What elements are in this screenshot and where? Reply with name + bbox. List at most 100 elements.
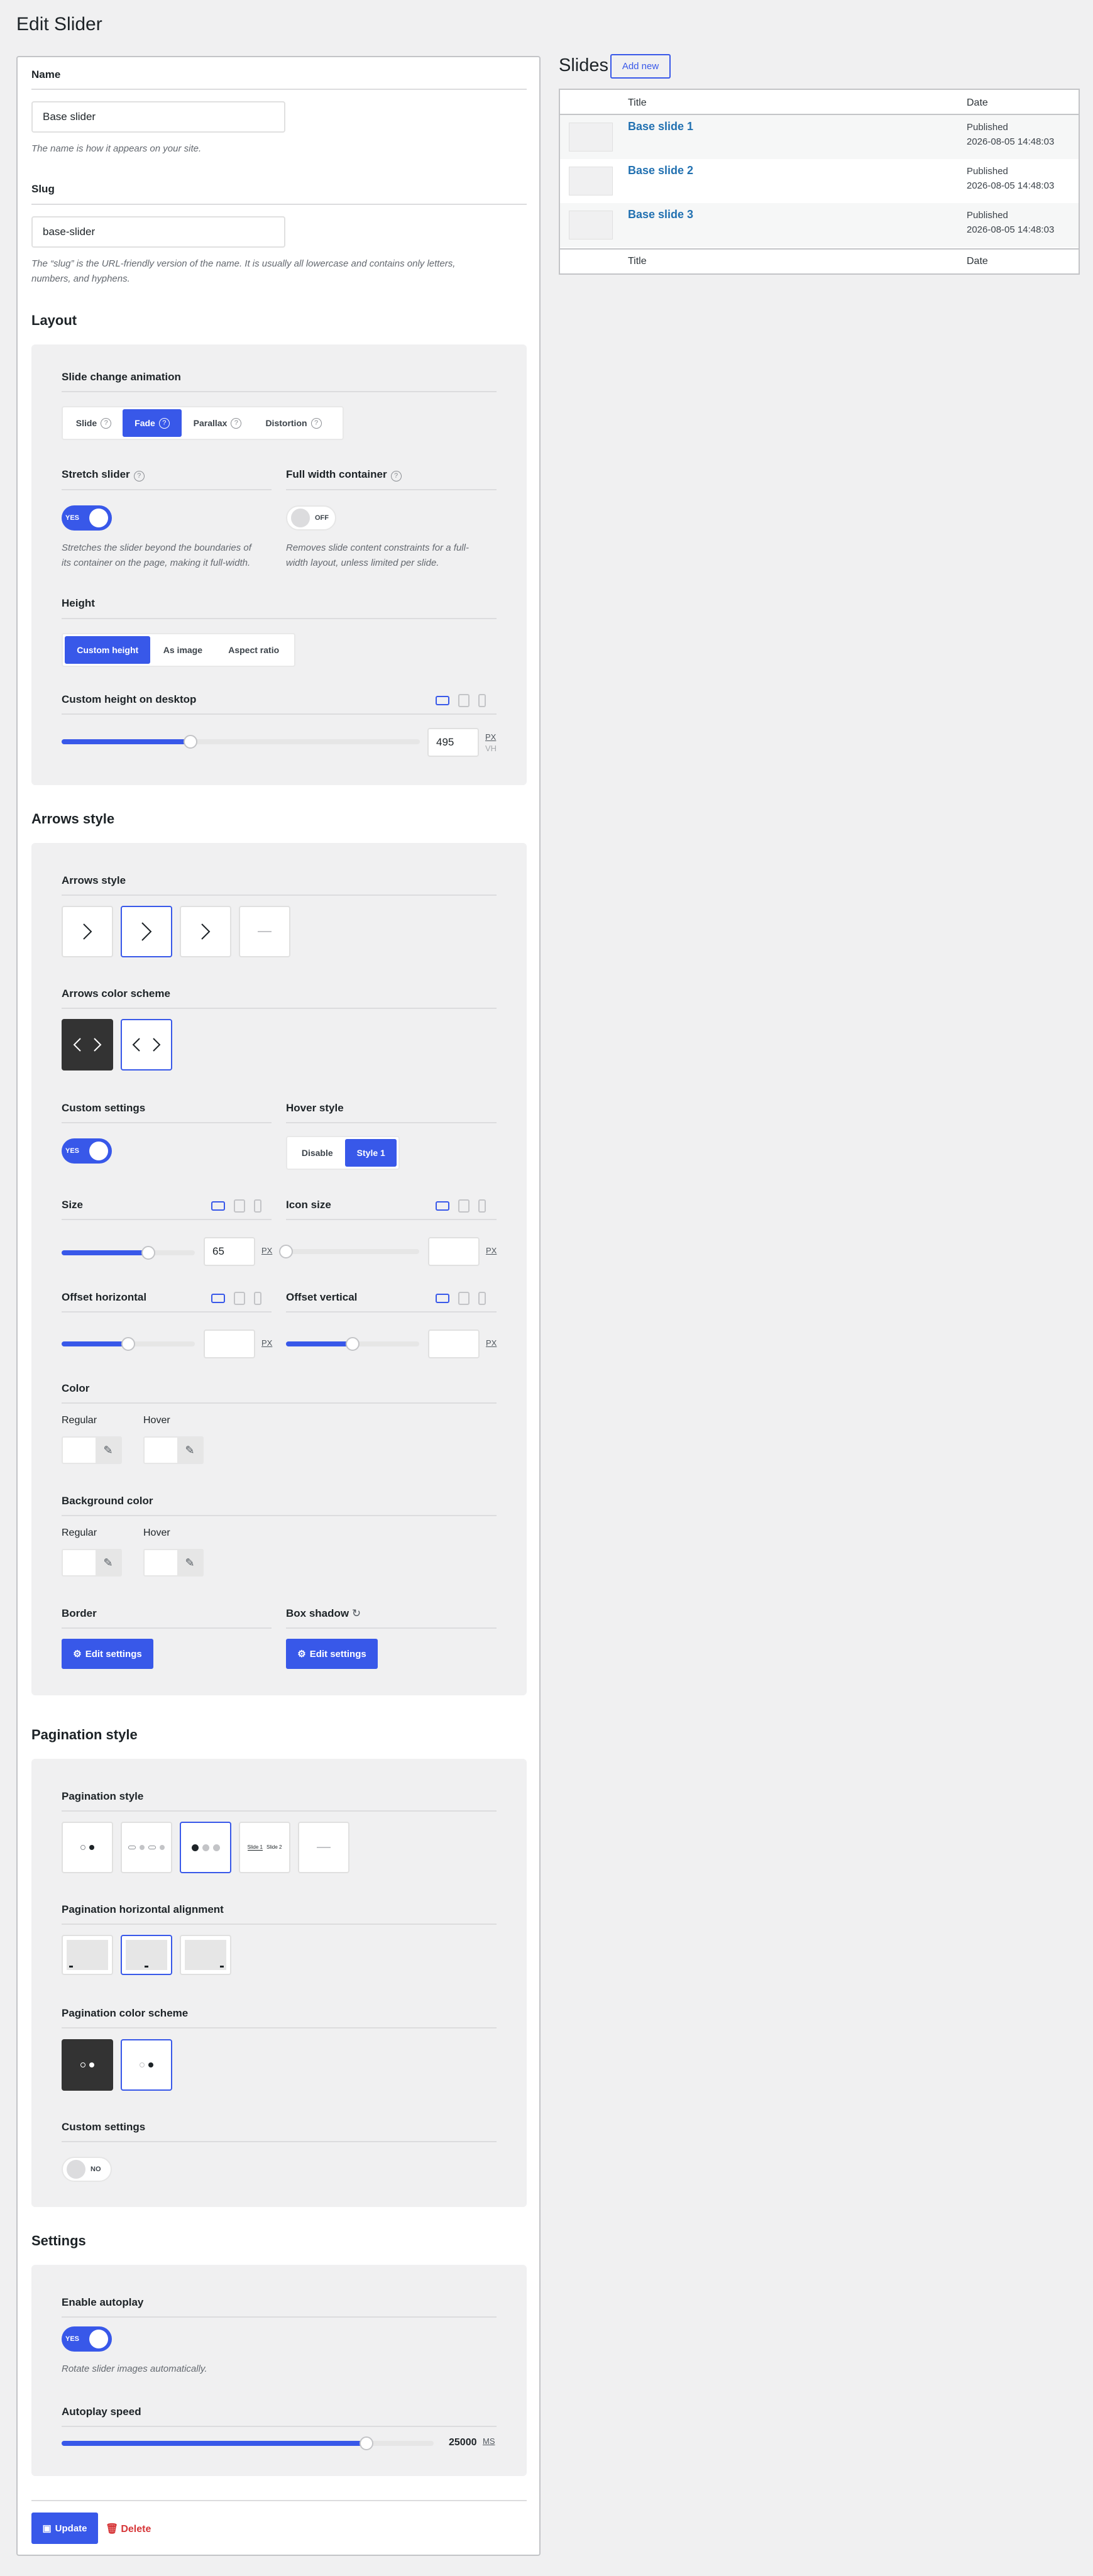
slide-thumbnail[interactable] <box>569 123 613 151</box>
align-center-card[interactable] <box>121 1935 172 1975</box>
arrow-style-none-card[interactable] <box>239 906 290 957</box>
custom-height-label: Custom height on desktop <box>62 693 197 705</box>
offset-vertical-input[interactable] <box>428 1329 480 1358</box>
color-regular-picker[interactable]: ✎ <box>62 1436 122 1464</box>
size-slider-thumb[interactable] <box>141 1246 155 1260</box>
pagination-style-dots-card[interactable] <box>62 1822 113 1873</box>
pagination-custom-toggle[interactable]: NO <box>62 2157 112 2182</box>
stretch-toggle[interactable]: YES <box>62 505 112 531</box>
animation-fade-button[interactable]: Fade? <box>123 409 182 437</box>
arrow-style-1-card[interactable] <box>62 906 113 957</box>
unit-ms[interactable]: MS <box>483 2436 495 2446</box>
animation-slide-button[interactable]: Slide? <box>65 409 123 437</box>
align-right-card[interactable] <box>180 1935 231 1975</box>
tablet-icon[interactable] <box>458 1292 470 1305</box>
name-input[interactable]: Base slider <box>31 101 285 133</box>
animation-distortion-button[interactable]: Distortion? <box>253 409 334 437</box>
arrows-dark-scheme-card[interactable] <box>62 1019 113 1071</box>
page-title: Edit Slider <box>16 14 102 35</box>
desktop-icon[interactable] <box>211 1294 225 1303</box>
height-as-image-button[interactable]: As image <box>150 636 215 664</box>
arrows-custom-toggle[interactable]: YES <box>62 1138 112 1164</box>
custom-height-slider-track[interactable] <box>62 735 420 749</box>
autoplay-toggle[interactable]: YES <box>62 2326 112 2352</box>
color-hover-picker[interactable]: ✎ <box>143 1436 204 1464</box>
slide-title-link[interactable]: Base slide 3 <box>628 208 693 221</box>
pagination-style-large-dots-card[interactable] <box>180 1822 231 1873</box>
icon-size-slider-track[interactable] <box>279 1245 419 1258</box>
unit-px[interactable]: PX <box>485 732 496 742</box>
slide-thumbnail[interactable] <box>569 167 613 195</box>
arrow-style-2-card[interactable] <box>121 906 172 957</box>
slide-date: Published 2026-08-05 14:48:03 <box>967 166 1055 191</box>
mobile-icon[interactable] <box>478 1199 486 1213</box>
unit-vh[interactable]: VH <box>485 744 497 753</box>
desktop-icon[interactable] <box>436 696 449 705</box>
update-button[interactable]: ▣ Update <box>31 2513 98 2544</box>
animation-parallax-button[interactable]: Parallax? <box>182 409 253 437</box>
column-footer-title[interactable]: Title <box>628 256 647 267</box>
pagination-style-none-card[interactable] <box>298 1822 349 1873</box>
tablet-icon[interactable] <box>234 1199 245 1213</box>
size-input[interactable]: 65 <box>204 1237 255 1266</box>
divider <box>62 1810 497 1812</box>
autoplay-speed-slider-track[interactable] <box>62 2436 434 2450</box>
offset-horizontal-slider-track[interactable] <box>62 1337 195 1351</box>
pagination-style-text-card[interactable]: Slide 1 Slide 2 <box>239 1822 290 1873</box>
column-header-date[interactable]: Date <box>967 97 988 109</box>
autoplay-speed-value[interactable]: 25000 <box>449 2437 477 2448</box>
toggle-knob <box>89 1142 108 1160</box>
slide-thumbnail[interactable] <box>569 211 613 239</box>
arrows-light-scheme-card[interactable] <box>121 1019 172 1071</box>
delete-link[interactable]: 🗑 Delete <box>106 2523 151 2535</box>
slug-input[interactable]: base-slider <box>31 216 285 248</box>
bg-color-label: Background color <box>62 1495 153 1507</box>
unit-px[interactable]: PX <box>486 1246 497 1255</box>
tablet-icon[interactable] <box>458 694 470 707</box>
hover-style1-button[interactable]: Style 1 <box>345 1139 397 1167</box>
bg-hover-picker[interactable]: ✎ <box>143 1549 204 1577</box>
slide-title-link[interactable]: Base slide 2 <box>628 164 693 177</box>
unit-px[interactable]: PX <box>261 1246 272 1255</box>
offset-horizontal-input[interactable] <box>204 1329 255 1358</box>
column-header-title[interactable]: Title <box>628 97 647 109</box>
custom-height-input[interactable]: 495 <box>427 728 479 757</box>
unit-px[interactable]: PX <box>261 1338 272 1348</box>
add-new-button[interactable]: Add new <box>610 54 671 79</box>
shadow-edit-button[interactable]: ⚙ Edit settings <box>286 1639 378 1669</box>
eyedropper-icon: ✎ <box>96 1438 121 1463</box>
align-left-card[interactable] <box>62 1935 113 1975</box>
bg-regular-picker[interactable]: ✎ <box>62 1549 122 1577</box>
mobile-icon[interactable] <box>478 1292 486 1305</box>
pagination-style-bars-card[interactable] <box>121 1822 172 1873</box>
mobile-icon[interactable] <box>254 1199 261 1213</box>
height-custom-button[interactable]: Custom height <box>65 636 151 664</box>
tablet-icon[interactable] <box>458 1199 470 1213</box>
fullwidth-toggle[interactable]: OFF <box>286 505 336 531</box>
icon-size-slider-thumb[interactable] <box>279 1245 293 1258</box>
size-slider-track[interactable] <box>62 1246 195 1260</box>
desktop-icon[interactable] <box>436 1201 449 1211</box>
arrow-style-3-card[interactable] <box>180 906 231 957</box>
hover-disable-button[interactable]: Disable <box>289 1139 345 1167</box>
offset-horizontal-slider-thumb[interactable] <box>121 1337 135 1351</box>
border-edit-button[interactable]: ⚙ Edit settings <box>62 1639 153 1669</box>
desktop-icon[interactable] <box>436 1294 449 1303</box>
offset-vertical-slider-track[interactable] <box>286 1337 419 1351</box>
eyedropper-icon: ✎ <box>177 1550 202 1575</box>
offset-vertical-label: Offset vertical <box>286 1291 358 1303</box>
icon-size-input[interactable] <box>428 1237 480 1266</box>
offset-vertical-slider-thumb[interactable] <box>346 1337 360 1351</box>
autoplay-speed-slider-thumb[interactable] <box>360 2436 374 2450</box>
slide-title-link[interactable]: Base slide 1 <box>628 120 693 133</box>
height-aspect-ratio-button[interactable]: Aspect ratio <box>215 636 292 664</box>
pagination-light-scheme-card[interactable] <box>121 2039 172 2091</box>
desktop-icon[interactable] <box>211 1201 225 1211</box>
tablet-icon[interactable] <box>234 1292 245 1305</box>
unit-px[interactable]: PX <box>486 1338 497 1348</box>
mobile-icon[interactable] <box>254 1292 261 1305</box>
pagination-dark-scheme-card[interactable] <box>62 2039 113 2091</box>
column-footer-date[interactable]: Date <box>967 256 988 267</box>
mobile-icon[interactable] <box>478 694 486 707</box>
custom-height-slider-thumb[interactable] <box>184 735 198 749</box>
